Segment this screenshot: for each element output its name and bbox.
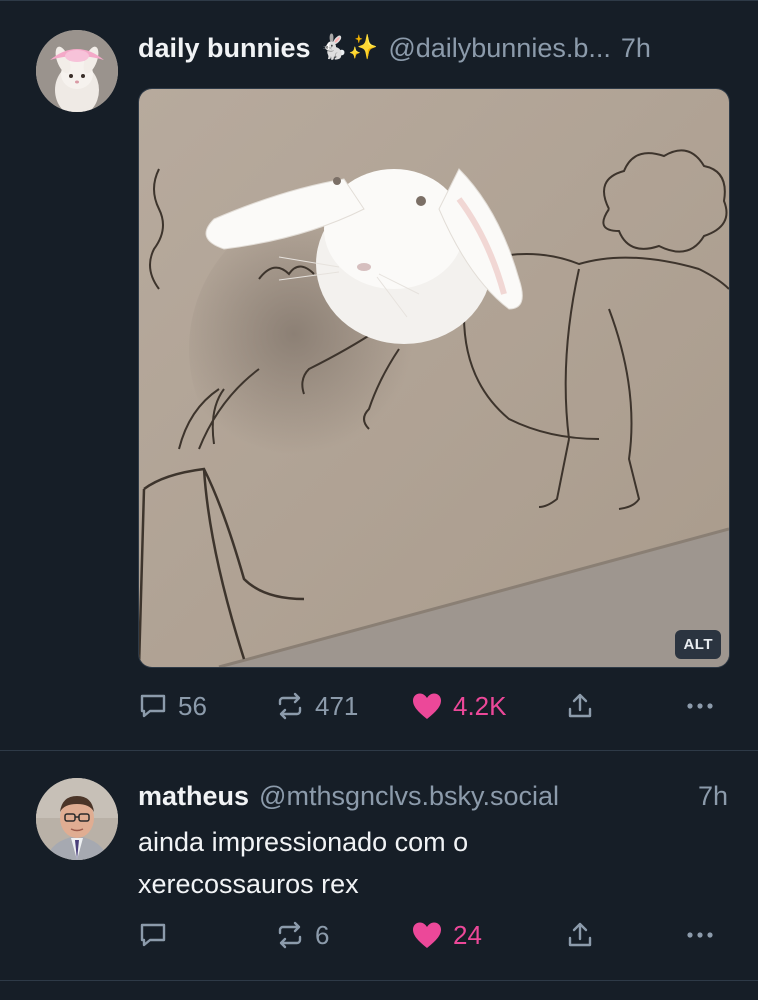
share-button[interactable] <box>565 915 595 955</box>
more-icon <box>687 932 713 938</box>
post-daily-bunnies[interactable]: daily bunnies 🐇✨ @dailybunnies.b... 7h A… <box>0 0 758 750</box>
like-button[interactable]: 4.2K <box>411 686 507 726</box>
author-handle[interactable]: @dailybunnies.b... <box>388 28 611 68</box>
post-text: ainda impressionado com o xerecossauros … <box>138 821 728 905</box>
like-heart-icon <box>413 693 441 719</box>
share-button[interactable] <box>565 686 595 726</box>
reply-button[interactable] <box>138 915 178 955</box>
author-name[interactable]: daily bunnies <box>138 28 311 68</box>
post-time[interactable]: 7h <box>621 28 651 68</box>
man-avatar-image <box>36 778 118 860</box>
like-button[interactable]: 24 <box>411 915 482 955</box>
author-handle[interactable]: @mthsgnclvs.bsky.social <box>259 776 559 816</box>
reply-icon <box>140 694 166 718</box>
alt-text-badge[interactable]: ALT <box>675 630 721 659</box>
avatar-matheus[interactable] <box>36 778 118 860</box>
more-options-button[interactable] <box>684 686 716 726</box>
repost-icon <box>278 921 302 949</box>
bunny-avatar-image <box>36 30 118 112</box>
reply-icon <box>140 923 166 947</box>
post-matheus[interactable]: matheus @mthsgnclvs.bsky.social 7h ainda… <box>0 751 758 980</box>
post-image[interactable]: ALT <box>138 88 730 668</box>
like-count: 24 <box>453 919 482 950</box>
bunny-cardboard-dinosaur-photo <box>139 89 729 667</box>
post-header: daily bunnies 🐇✨ @dailybunnies.b... 7h <box>138 28 651 68</box>
reply-button[interactable]: 56 <box>138 686 207 726</box>
repost-button[interactable]: 6 <box>275 915 329 955</box>
share-icon <box>568 922 592 947</box>
post-text-line: xerecossauros rex <box>138 869 359 899</box>
more-icon <box>687 703 713 709</box>
repost-count: 471 <box>315 690 359 721</box>
repost-count: 6 <box>315 919 330 950</box>
post-actions: 6 24 <box>138 915 728 955</box>
like-count: 4.2K <box>453 690 507 721</box>
post-actions: 56 471 4.2K <box>138 686 728 726</box>
post-text-line: ainda impressionado com o <box>138 827 469 857</box>
like-heart-icon <box>413 922 441 948</box>
author-name[interactable]: matheus <box>138 776 249 816</box>
share-icon <box>568 693 592 718</box>
more-options-button[interactable] <box>684 915 716 955</box>
repost-icon <box>278 692 302 720</box>
author-emoji: 🐇✨ <box>318 34 379 61</box>
post-time[interactable]: 7h <box>698 776 728 816</box>
reply-count: 56 <box>178 690 207 721</box>
repost-button[interactable]: 471 <box>275 686 358 726</box>
avatar-daily-bunnies[interactable] <box>36 30 118 112</box>
feed: daily bunnies 🐇✨ @dailybunnies.b... 7h A… <box>0 0 758 1000</box>
post-divider <box>0 980 758 981</box>
post-header: matheus @mthsgnclvs.bsky.social <box>138 776 559 816</box>
